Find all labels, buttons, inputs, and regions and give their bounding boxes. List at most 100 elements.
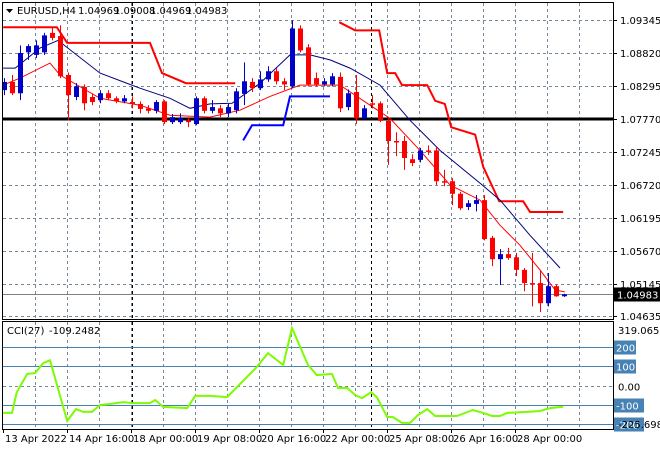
candle-body: [226, 107, 231, 114]
bearish-candle: [306, 44, 311, 87]
bearish-candle: [10, 75, 15, 96]
bearish-candle: [538, 269, 543, 312]
bearish-candle: [338, 72, 343, 113]
bearish-candle: [106, 90, 111, 101]
bearish-candle: [274, 68, 279, 85]
candle-body: [426, 150, 431, 152]
bearish-candle: [386, 118, 391, 165]
bearish-candle: [442, 169, 447, 187]
bullish-candle: [330, 73, 335, 87]
candle-body: [154, 102, 159, 111]
candle-body: [218, 108, 223, 114]
bullish-candle: [242, 62, 247, 106]
candle-body: [82, 86, 87, 104]
bullish-candle: [418, 147, 423, 163]
bearish-candle: [490, 235, 495, 267]
bullish-candle: [98, 90, 103, 104]
candle-body: [250, 81, 255, 89]
candle-body: [282, 81, 287, 85]
cci-panel-border: [2, 321, 614, 430]
candle-body: [234, 91, 239, 111]
candle-body: [490, 237, 495, 260]
candle-body: [298, 28, 303, 51]
candle-body: [554, 286, 559, 297]
bearish-candle: [58, 25, 63, 79]
time-axis-label: 28 Apr 00:00: [517, 434, 582, 445]
candle-body: [42, 35, 47, 53]
candle-body: [74, 86, 79, 97]
bullish-candle: [178, 113, 183, 125]
candle-body: [122, 98, 127, 102]
price-axis-label: 1.07770: [620, 115, 660, 126]
bullish-candle: [466, 200, 471, 211]
bearish-candle: [82, 84, 87, 111]
bullish-candle: [362, 105, 367, 119]
candle-body: [178, 118, 183, 123]
candle-body: [258, 79, 263, 89]
bullish-candle: [266, 66, 271, 82]
candle-body: [346, 93, 351, 108]
bearish-candle: [354, 75, 359, 125]
candle-body: [90, 97, 95, 103]
candle-body: [522, 269, 527, 284]
ohlc-close: 1.04983: [186, 6, 227, 17]
bearish-candle: [202, 96, 207, 114]
candle-body: [434, 150, 439, 182]
candle-body: [34, 45, 39, 55]
bearish-candle: [66, 72, 71, 121]
time-axis-label: 13 Apr 2022: [5, 434, 67, 445]
time-axis-label: 22 Apr 00:00: [325, 434, 390, 445]
price-axis-label: 1.05670: [620, 247, 660, 258]
ma-fast-line: [3, 62, 565, 293]
candle-body: [410, 159, 415, 163]
bearish-candle: [282, 78, 287, 91]
candle-body: [314, 78, 319, 85]
bullish-candle: [258, 71, 263, 91]
bearish-candle: [482, 195, 487, 241]
upper-channel-1-line: [3, 26, 236, 85]
bullish-candle: [26, 44, 31, 60]
chart-header: EURUSD,H4 1.04969 1.09008 1.04969 1.0498…: [6, 6, 227, 17]
dropdown-triangle-icon[interactable]: [6, 9, 13, 13]
candle-body: [266, 71, 271, 80]
candle-body: [378, 103, 383, 121]
price-axis-label: 1.06195: [620, 214, 660, 225]
bearish-candle: [130, 96, 135, 109]
candle-body: [322, 81, 327, 85]
bearish-candle: [530, 252, 535, 307]
candle-body: [290, 28, 295, 87]
bullish-candle: [210, 100, 215, 114]
candle-body: [474, 200, 479, 204]
candle-body: [362, 108, 367, 119]
time-axis-label: 26 Apr 16:00: [453, 434, 518, 445]
price-axis-label: 1.08820: [620, 49, 660, 60]
candle-body: [170, 117, 175, 123]
bearish-candle: [370, 95, 375, 109]
bearish-candle: [138, 101, 143, 114]
candle-body: [394, 141, 399, 143]
bullish-candle: [194, 96, 199, 126]
bullish-candle: [498, 249, 503, 285]
candle-body: [306, 47, 311, 85]
cci-line: [3, 324, 564, 424]
candle-body: [466, 203, 471, 207]
candle-body: [354, 91, 359, 119]
candle-body: [26, 46, 31, 53]
price-axis-label: 1.04635: [620, 312, 660, 323]
candle-body: [386, 120, 391, 141]
cci-header: CCI(27) -109.2482: [7, 326, 100, 337]
candle-body: [538, 283, 543, 304]
candle-body: [274, 71, 279, 82]
candle-body: [162, 101, 167, 123]
bearish-candle: [50, 27, 55, 41]
bullish-candle: [42, 32, 47, 55]
candle-body: [114, 98, 119, 102]
price-chart[interactable]: 1.09345 1.08820 1.08295 1.07770 1.07245 1.067…: [0, 0, 660, 450]
candle-body: [506, 254, 511, 258]
candle-body: [402, 141, 407, 158]
chart-marks: [2, 20, 613, 425]
bearish-candle: [90, 93, 95, 106]
candle-body: [514, 257, 519, 270]
candle-body: [58, 36, 63, 77]
candle-body: [66, 75, 71, 96]
